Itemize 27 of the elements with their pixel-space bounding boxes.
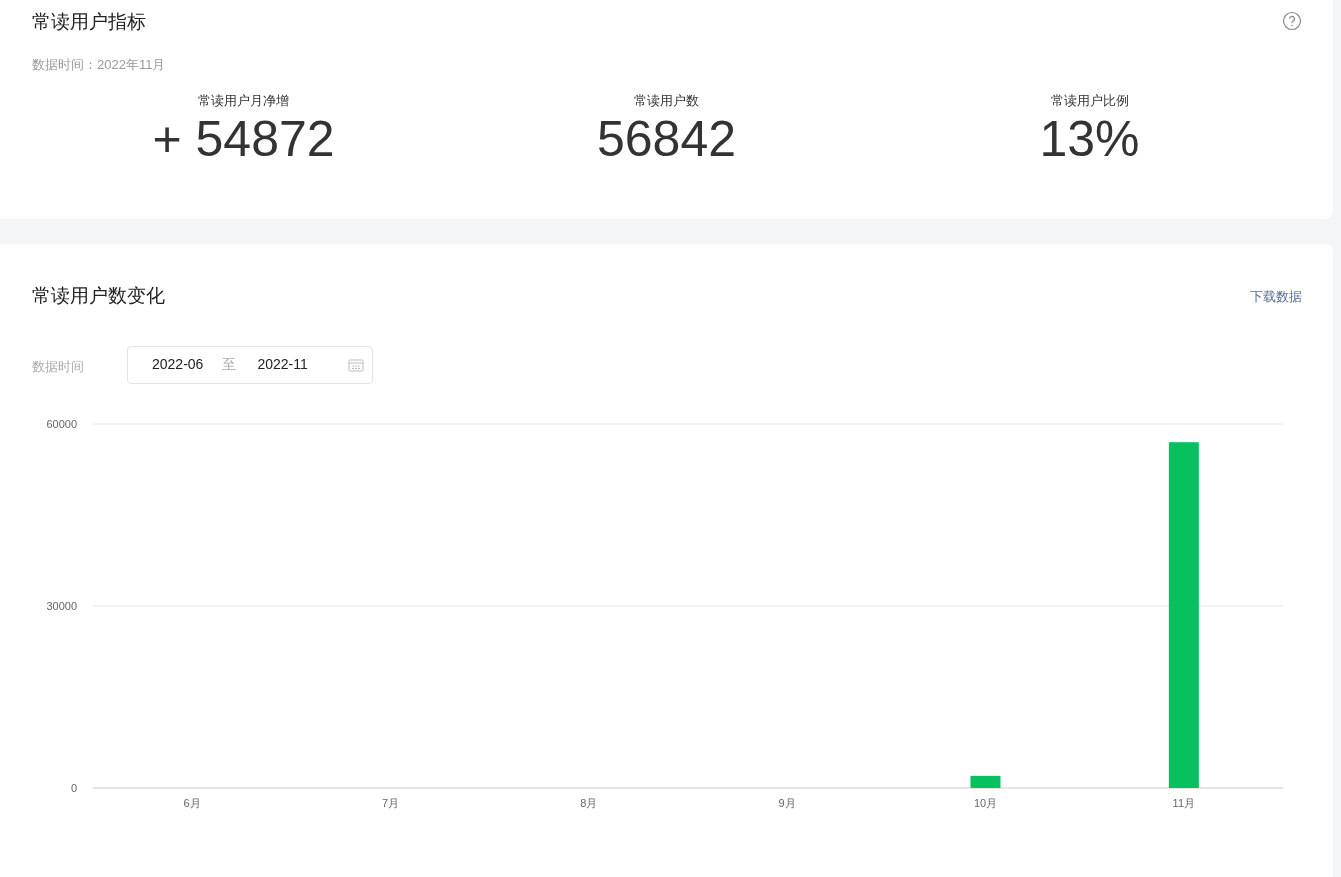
- x-axis-label: 7月: [381, 796, 400, 809]
- calendar-icon: [348, 357, 364, 372]
- metric-value: + 54872: [152, 111, 335, 167]
- date-range-picker[interactable]: 2022-06 至 2022-11: [127, 345, 373, 384]
- x-axis-label: 9月: [778, 796, 796, 809]
- x-axis-label: 8月: [580, 796, 598, 809]
- start-date: 2022-06: [152, 355, 204, 374]
- card-title: 常读用户数变化: [32, 284, 165, 308]
- x-axis-label: 10月: [973, 796, 998, 809]
- y-axis-label: 30000: [46, 599, 77, 612]
- end-date: 2022-11: [257, 355, 308, 374]
- metric-label: 常读用户比例: [1050, 91, 1129, 110]
- card-title: 常读用户指标: [32, 10, 146, 34]
- metric-label: 常读用户数: [634, 91, 699, 110]
- download-data-link[interactable]: 下载数据: [1250, 286, 1302, 306]
- metric-value: 56842: [596, 111, 736, 167]
- range-separator: 至: [222, 355, 237, 374]
- x-axis-label: 11月: [1172, 796, 1196, 809]
- metric-label: 常读用户月净增: [198, 91, 289, 110]
- y-axis-label: 0: [70, 781, 77, 794]
- chart-bar: [970, 775, 1001, 788]
- y-axis-label: 60000: [46, 417, 77, 430]
- date-label: 数据时间: [32, 358, 85, 377]
- help-icon[interactable]: [1282, 11, 1302, 31]
- metric-value: 13%: [1039, 111, 1140, 167]
- x-axis-label: 6月: [183, 796, 201, 809]
- data-time: 数据时间：2022年11月: [32, 56, 167, 74]
